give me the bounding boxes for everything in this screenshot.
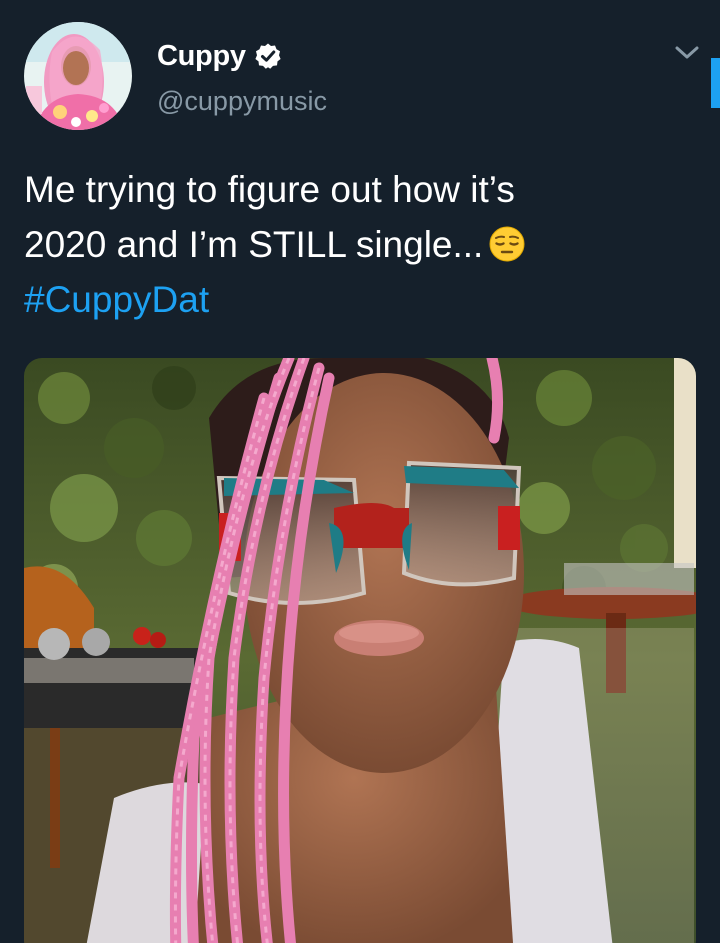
hashtag-link[interactable]: #CuppyDat: [24, 279, 209, 320]
tweet-text-line: #CuppyDat: [24, 272, 704, 327]
tweet-text-line: Me trying to figure out how it’s: [24, 169, 515, 210]
display-name[interactable]: Cuppy: [157, 40, 246, 73]
tweet-card: Cuppy @cuppymusic Me trying to figure ou…: [0, 0, 720, 943]
tweet-photo[interactable]: [24, 358, 696, 943]
tweet-text-segment: 2020 and I’m STILL single...: [24, 224, 484, 265]
tweet-text: Me trying to figure out how it’s 2020 an…: [24, 162, 704, 327]
verified-badge-icon: [254, 42, 282, 70]
profile-avatar[interactable]: [24, 22, 132, 130]
chevron-down-icon[interactable]: [672, 40, 702, 66]
scrollbar-thumb[interactable]: [711, 58, 720, 108]
user-handle[interactable]: @cuppymusic: [157, 86, 327, 117]
tweet-text-line: 2020 and I’m STILL single...: [24, 217, 704, 272]
name-row: Cuppy: [157, 38, 282, 74]
pensive-face-icon: [489, 222, 525, 262]
